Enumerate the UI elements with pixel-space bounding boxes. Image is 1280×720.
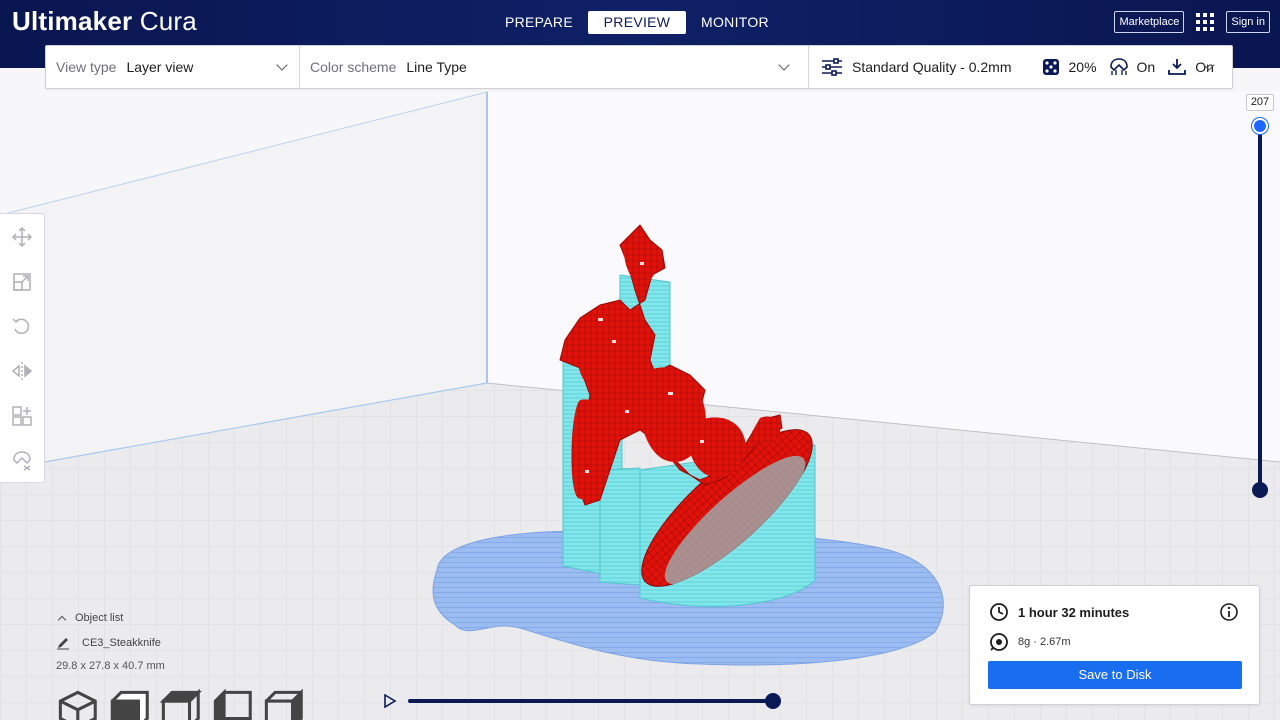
rotate-tool-icon[interactable] xyxy=(11,315,33,337)
stage-tabs: PREPARE PREVIEW MONITOR xyxy=(490,11,784,34)
print-settings-selector[interactable]: Standard Quality - 0.2mm 20% On On xyxy=(809,46,1232,88)
front-view-cube-icon[interactable] xyxy=(108,688,152,720)
object-name-row[interactable]: CE3_Steakknife xyxy=(56,636,306,650)
ultimaker-cura-logo: Ultimaker Cura xyxy=(12,6,197,36)
chevron-down-icon xyxy=(778,59,790,71)
object-dimensions: 29.8 x 27.8 x 40.7 mm xyxy=(56,660,165,672)
scale-tool-icon[interactable] xyxy=(11,271,33,293)
infill-value: 20% xyxy=(1068,59,1097,75)
per-model-settings-icon[interactable] xyxy=(11,405,33,427)
current-layer-number[interactable]: 207 xyxy=(1246,94,1274,111)
pencil-icon xyxy=(57,638,69,650)
save-to-disk-button[interactable]: Save to Disk xyxy=(988,661,1242,689)
print-time: 1 hour 32 minutes xyxy=(1018,604,1130,620)
color-scheme-dropdown[interactable]: Color scheme Line Type xyxy=(300,46,808,88)
left-view-cube-icon[interactable] xyxy=(211,688,255,720)
infill-icon xyxy=(1042,59,1059,75)
color-scheme-label: Color scheme xyxy=(310,59,397,75)
material-usage-row: 8g · 2.67m xyxy=(989,632,1071,652)
object-name: CE3_Steakknife xyxy=(82,637,161,649)
simulation-playbar xyxy=(380,690,790,712)
right-view-cube-icon[interactable] xyxy=(262,688,306,720)
chevron-up-icon xyxy=(57,615,67,625)
3d-view-cube-icon[interactable] xyxy=(56,688,100,720)
spool-icon xyxy=(990,633,1008,651)
material-usage: 8g · 2.67m xyxy=(1018,636,1071,648)
top-view-cube-icon[interactable] xyxy=(159,688,203,720)
view-settings-toolbar: View type Layer view Color scheme Line T… xyxy=(45,45,1233,89)
view-type-label: View type xyxy=(56,59,117,75)
layer-slider-upper-handle[interactable] xyxy=(1252,118,1268,134)
object-info-panel: Object list CE3_Steakknife 29.8 x 27.8 x… xyxy=(56,612,306,720)
layer-slider-track[interactable] xyxy=(1258,125,1262,491)
support-blocker-icon[interactable] xyxy=(11,450,33,472)
tab-monitor[interactable]: MONITOR xyxy=(686,11,784,34)
sign-in-button[interactable]: Sign in xyxy=(1226,11,1270,33)
tab-preview[interactable]: PREVIEW xyxy=(588,11,686,34)
support-value: On xyxy=(1136,59,1156,75)
view-type-dropdown[interactable]: View type Layer view xyxy=(46,46,299,88)
quality-profile-label: Standard Quality - 0.2mm xyxy=(852,59,1012,75)
mirror-tool-icon[interactable] xyxy=(11,360,33,382)
camera-view-buttons xyxy=(56,688,306,720)
tab-prepare[interactable]: PREPARE xyxy=(490,11,588,34)
print-information-panel: 1 hour 32 minutes 8g · 2.67m Save to Dis… xyxy=(969,585,1260,705)
color-scheme-value: Line Type xyxy=(406,59,467,75)
tool-panel xyxy=(0,213,45,483)
object-list-label: Object list xyxy=(75,612,124,624)
path-slider-handle[interactable] xyxy=(765,693,781,709)
sliders-icon xyxy=(822,58,842,76)
adhesion-icon xyxy=(1168,59,1187,75)
marketplace-button[interactable]: Marketplace xyxy=(1114,11,1185,33)
object-list-toggle[interactable]: Object list xyxy=(56,612,306,625)
print-time-row: 1 hour 32 minutes xyxy=(989,602,1129,622)
path-slider-track[interactable] xyxy=(408,699,773,703)
support-icon xyxy=(1109,58,1128,75)
layer-slider[interactable]: 207 xyxy=(1245,94,1275,504)
layer-slider-lower-handle[interactable] xyxy=(1252,482,1268,498)
play-icon[interactable] xyxy=(383,694,397,708)
chevron-down-icon xyxy=(276,59,288,71)
applications-grid-icon[interactable] xyxy=(1194,11,1216,33)
view-type-value: Layer view xyxy=(126,59,194,75)
clock-icon xyxy=(990,603,1008,621)
move-tool-icon[interactable] xyxy=(11,226,33,248)
info-icon[interactable] xyxy=(1219,602,1239,622)
